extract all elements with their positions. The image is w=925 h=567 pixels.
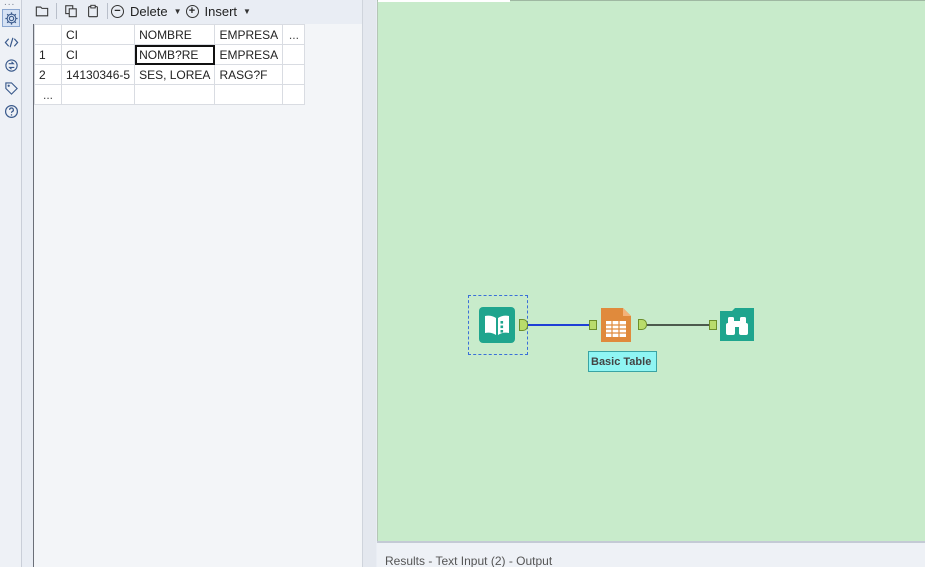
configuration-tab[interactable]: [2, 9, 20, 27]
workflow-canvas[interactable]: Basic Table: [377, 0, 925, 541]
toolbar-divider: [56, 3, 57, 19]
tag-icon: [4, 81, 18, 95]
rail-more-dots: ...: [4, 0, 16, 8]
workflow-icon: [4, 58, 18, 72]
grid-cell[interactable]: RASG?F: [214, 64, 284, 85]
connection-line[interactable]: [647, 324, 712, 326]
connections-tab[interactable]: [2, 56, 20, 74]
tool-annotation[interactable]: Basic Table: [588, 351, 657, 372]
help-icon: [4, 104, 18, 118]
add-column-header[interactable]: ...: [282, 24, 306, 45]
annotation-tab[interactable]: [2, 79, 20, 97]
table-row: 2 14130346-5 SES, LOREA RASG?F: [34, 64, 306, 85]
grid-cell[interactable]: [134, 84, 216, 105]
canvas-tab-indicator: [378, 0, 510, 2]
grid-toolbar: − Delete ▼ + Insert ▼: [23, 0, 362, 22]
grid-cell[interactable]: EMPRESA: [214, 44, 284, 65]
grid-cell[interactable]: [282, 44, 306, 65]
browse-tool[interactable]: [719, 306, 756, 346]
table-row: 1 CI NOMB?RE EMPRESA: [34, 44, 306, 65]
book-icon: [479, 307, 515, 343]
toolbar-divider: [107, 3, 108, 19]
row-number: ...: [34, 84, 62, 105]
chevron-down-icon: ▼: [243, 6, 251, 16]
table-row-new: ...: [34, 84, 306, 105]
insert-button[interactable]: + Insert ▼: [185, 1, 255, 21]
grid-cell-selected[interactable]: NOMB?RE: [134, 44, 216, 65]
delete-label: Delete: [130, 3, 168, 19]
header-corner: [34, 24, 62, 45]
data-grid: CI NOMBRE EMPRESA ... 1 CI NOMB?RE EMPRE…: [34, 24, 306, 105]
panel-splitter[interactable]: [362, 0, 376, 567]
side-rail: ...: [0, 0, 22, 567]
grid-header-row: CI NOMBRE EMPRESA ...: [34, 24, 306, 45]
data-grid-area: CI NOMBRE EMPRESA ... 1 CI NOMB?RE EMPRE…: [33, 24, 362, 567]
gear-icon: [4, 11, 18, 25]
grid-cell[interactable]: [282, 64, 306, 85]
delete-button[interactable]: − Delete ▼: [111, 1, 186, 21]
column-header[interactable]: CI: [60, 24, 136, 45]
minus-circle-icon: −: [111, 4, 124, 18]
copy-icon: [65, 5, 77, 18]
input-anchor[interactable]: [709, 320, 717, 330]
column-header[interactable]: EMPRESA: [214, 24, 284, 45]
connection-line[interactable]: [528, 324, 592, 326]
text-input-tool[interactable]: [478, 306, 516, 347]
binoculars-icon: [720, 308, 754, 341]
code-icon: [4, 37, 18, 47]
column-header[interactable]: NOMBRE: [134, 24, 216, 45]
basic-table-tool[interactable]: [599, 306, 633, 347]
results-title: Results - Text Input (2) - Output: [385, 554, 553, 567]
configuration-panel: − Delete ▼ + Insert ▼ CI NOMBRE EMPRESA …: [23, 0, 362, 567]
output-anchor[interactable]: [519, 319, 528, 331]
table-icon: [601, 308, 631, 342]
plus-circle-icon: +: [185, 4, 199, 18]
insert-label: Insert: [204, 3, 238, 19]
chevron-down-icon: ▼: [173, 6, 182, 16]
paste-button[interactable]: [82, 1, 104, 21]
grid-cell[interactable]: CI: [60, 44, 136, 65]
input-anchor[interactable]: [589, 320, 597, 330]
copy-button[interactable]: [60, 1, 82, 21]
grid-cell[interactable]: 14130346-5: [60, 64, 136, 85]
xml-view-tab[interactable]: [2, 33, 20, 51]
grid-cell[interactable]: SES, LOREA: [134, 64, 216, 85]
help-tab[interactable]: [2, 102, 20, 120]
grid-cell[interactable]: [282, 84, 306, 105]
clipboard-icon: [88, 4, 98, 18]
grid-cell[interactable]: [214, 84, 284, 105]
row-number: 1: [34, 44, 62, 65]
grid-cell[interactable]: [60, 84, 136, 105]
results-pane: Results - Text Input (2) - Output: [377, 541, 925, 567]
row-number: 2: [34, 64, 62, 85]
output-anchor[interactable]: [638, 319, 647, 330]
folder-icon: [35, 6, 49, 17]
open-file-button[interactable]: [31, 1, 53, 21]
